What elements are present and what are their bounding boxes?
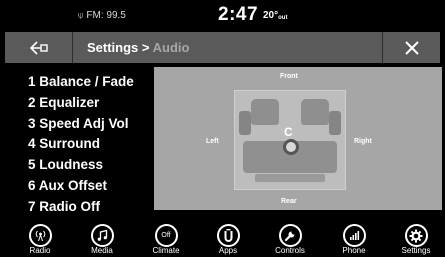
phone-icon bbox=[342, 224, 366, 247]
nav-phone[interactable]: Phone bbox=[326, 224, 382, 257]
status-bar: ⍦ FM: 99.5 2:47 20°out bbox=[0, 0, 445, 32]
settings-icon bbox=[404, 224, 428, 247]
apps-icon bbox=[216, 224, 240, 247]
page-title: Settings > Audio bbox=[87, 40, 189, 55]
menu-item-surround[interactable]: 4 Surround bbox=[28, 134, 154, 155]
left-label[interactable]: Left bbox=[206, 138, 219, 145]
breadcrumb-current: Audio bbox=[152, 40, 190, 55]
temperature-value: 20° bbox=[263, 10, 279, 21]
breadcrumb-settings[interactable]: Settings > bbox=[87, 40, 150, 55]
temperature-suffix: out bbox=[278, 15, 288, 21]
menu-item-aux-offset[interactable]: 6 Aux Offset bbox=[28, 176, 154, 197]
menu-item-radio-off[interactable]: 7 Radio Off bbox=[28, 197, 154, 218]
rear-label[interactable]: Rear bbox=[281, 198, 297, 205]
menu-item-speed-adj-vol[interactable]: 3 Speed Adj Vol bbox=[28, 114, 154, 135]
clock: 2:47 bbox=[218, 4, 259, 25]
radio-station: FM: 99.5 bbox=[86, 10, 126, 21]
antenna-icon: ⍦ bbox=[78, 10, 84, 20]
nav-media-label: Media bbox=[91, 246, 113, 255]
nav-controls-label: Controls bbox=[275, 246, 305, 255]
close-icon bbox=[404, 40, 419, 55]
balance-fade-panel[interactable]: Front Left Right Rear C bbox=[154, 67, 442, 210]
nav-settings-label: Settings bbox=[401, 246, 431, 255]
right-label[interactable]: Right bbox=[354, 138, 372, 145]
nav-climate[interactable]: Off Climate bbox=[138, 224, 194, 257]
cabin-diagram[interactable]: C bbox=[234, 90, 346, 190]
nav-radio-label: Radio bbox=[29, 246, 51, 255]
right-door-panel bbox=[329, 111, 341, 135]
media-icon bbox=[90, 224, 114, 247]
nav-media[interactable]: Media bbox=[74, 224, 130, 257]
front-label[interactable]: Front bbox=[280, 73, 298, 80]
nav-climate-label: Climate bbox=[152, 246, 180, 255]
left-door-panel bbox=[239, 111, 251, 135]
balance-marker[interactable] bbox=[283, 139, 299, 155]
nav-phone-label: Phone bbox=[342, 246, 366, 255]
rear-speaker-grille bbox=[255, 174, 325, 182]
radio-icon bbox=[28, 224, 52, 247]
close-button[interactable] bbox=[382, 32, 440, 63]
menu-item-loudness[interactable]: 5 Loudness bbox=[28, 155, 154, 176]
nav-radio[interactable]: Radio bbox=[12, 224, 68, 257]
nav-apps-label: Apps bbox=[218, 246, 238, 255]
radio-status: ⍦ FM: 99.5 bbox=[78, 10, 126, 21]
center-label: C bbox=[284, 125, 293, 139]
audio-menu: 1 Balance / Fade 2 Equalizer 3 Speed Adj… bbox=[28, 72, 154, 218]
front-right-seat bbox=[301, 99, 329, 125]
title-bar: Settings > Audio bbox=[5, 32, 440, 63]
nav-settings[interactable]: Settings bbox=[388, 224, 444, 257]
outside-temperature: 20°out bbox=[263, 10, 287, 21]
back-button[interactable] bbox=[5, 32, 73, 63]
climate-icon: Off bbox=[154, 224, 178, 247]
nav-controls[interactable]: Controls bbox=[262, 224, 318, 257]
menu-item-equalizer[interactable]: 2 Equalizer bbox=[28, 93, 154, 114]
back-arrow-icon bbox=[29, 40, 48, 55]
nav-apps[interactable]: Apps bbox=[200, 224, 256, 257]
controls-icon bbox=[278, 224, 302, 247]
menu-item-balance-fade[interactable]: 1 Balance / Fade bbox=[28, 72, 154, 93]
bottom-nav: Radio Media Off Climate Apps Controls Ph… bbox=[0, 222, 445, 257]
front-left-seat bbox=[251, 99, 279, 125]
